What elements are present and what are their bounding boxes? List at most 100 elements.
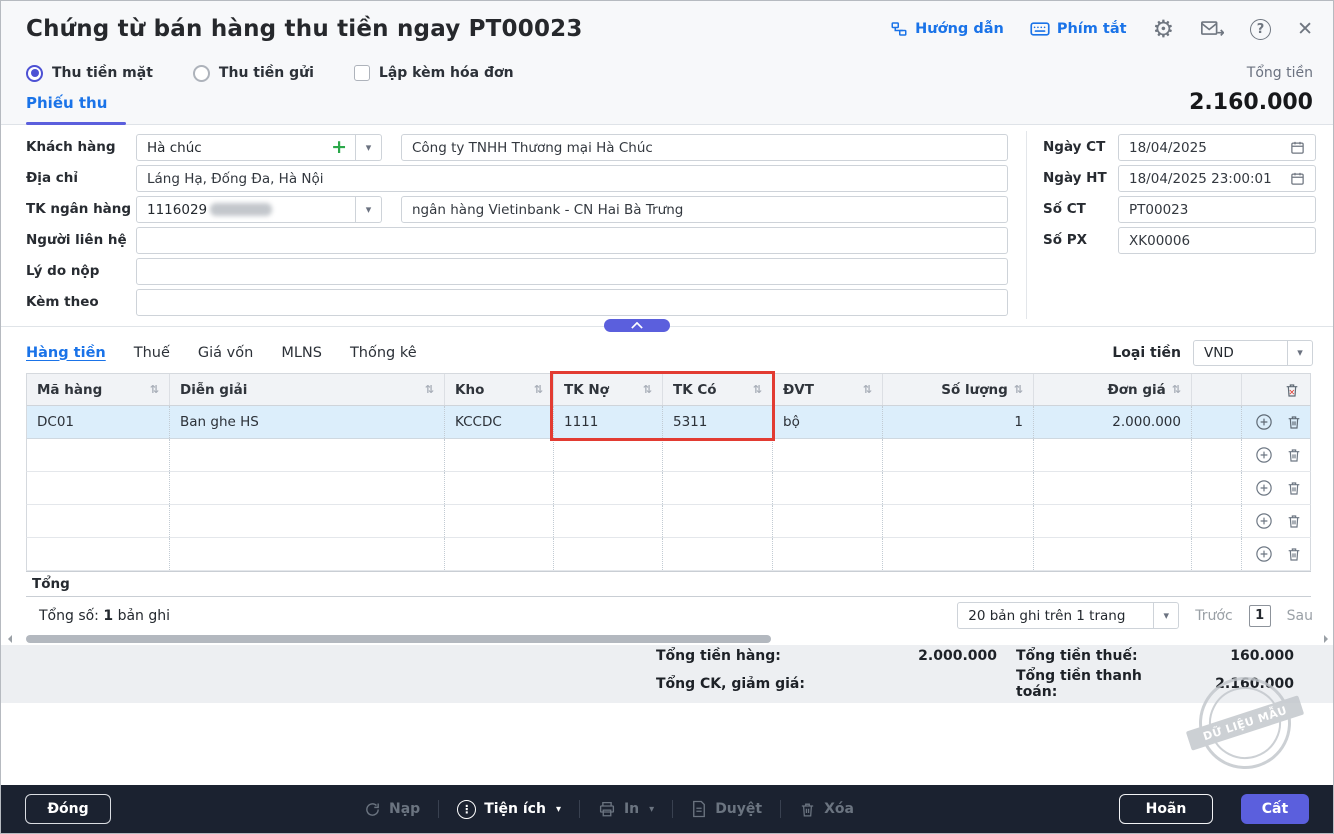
- cell-ma-hang[interactable]: DC01: [27, 406, 170, 438]
- table-row-empty[interactable]: [26, 439, 1311, 472]
- customer-input[interactable]: Hà chúc +: [136, 134, 356, 161]
- tab-hang-tien[interactable]: Hàng tiền: [26, 345, 106, 361]
- col-header-ma-hang[interactable]: Mã hàng ⇅: [27, 374, 170, 405]
- guide-link[interactable]: Hướng dẫn: [890, 20, 1004, 38]
- address-input[interactable]: Láng Hạ, Đống Đa, Hà Nội: [136, 165, 1008, 192]
- utilities-button[interactable]: ⋮ Tiện ích ▾: [457, 799, 561, 819]
- add-row-icon[interactable]: [1255, 413, 1273, 431]
- add-row-icon[interactable]: [1255, 512, 1273, 530]
- cell-tk-co[interactable]: 5311: [663, 406, 773, 438]
- tab-phieu-thu[interactable]: Phiếu thu: [26, 94, 107, 112]
- col-header-dvt[interactable]: ĐVT ⇅: [773, 374, 883, 405]
- customer-dropdown-icon[interactable]: ▾: [356, 134, 382, 161]
- bank-account-dropdown-icon[interactable]: ▾: [356, 196, 382, 223]
- tab-mlns[interactable]: MLNS: [281, 345, 322, 361]
- tab-thue[interactable]: Thuế: [134, 345, 170, 361]
- cell-dien-giai[interactable]: Ban ghe HS: [170, 406, 445, 438]
- col-header-kho[interactable]: Kho ⇅: [445, 374, 554, 405]
- checkbox-with-invoice-control[interactable]: [353, 65, 370, 81]
- delete-row-icon[interactable]: [1286, 513, 1302, 529]
- grand-total-value: 2.160.000: [1215, 675, 1294, 692]
- table-row[interactable]: DC01 Ban ghe HS KCCDC 1111 5311 bộ 1 2.0…: [26, 406, 1311, 439]
- collapse-form-button[interactable]: [604, 319, 670, 332]
- doc-number-input[interactable]: PT00023: [1118, 196, 1316, 223]
- calendar-icon[interactable]: [1290, 171, 1305, 186]
- contact-input[interactable]: [136, 227, 1008, 254]
- delete-row-icon[interactable]: [1286, 480, 1302, 496]
- radio-cash-control[interactable]: [26, 64, 43, 82]
- sort-icon[interactable]: ⇅: [419, 383, 434, 396]
- radio-bank-transfer[interactable]: Thu tiền gửi: [192, 64, 314, 82]
- current-page-box[interactable]: 1: [1248, 604, 1271, 627]
- sort-icon[interactable]: ⇅: [1008, 383, 1023, 396]
- cell-so-luong[interactable]: 1: [883, 406, 1034, 438]
- chevron-up-icon: [631, 322, 643, 329]
- currency-select[interactable]: VND ▾: [1193, 339, 1313, 366]
- col-header-dien-giai[interactable]: Diễn giải ⇅: [170, 374, 445, 405]
- add-row-icon[interactable]: [1255, 446, 1273, 464]
- px-number-input[interactable]: XK00006: [1118, 227, 1316, 254]
- page-size-select[interactable]: 20 bản ghi trên 1 trang ▾: [957, 602, 1180, 629]
- sort-icon[interactable]: ⇅: [1166, 383, 1181, 396]
- send-feedback-icon[interactable]: [1200, 18, 1225, 40]
- table-row-empty[interactable]: [26, 538, 1311, 571]
- tab-thong-ke[interactable]: Thống kê: [350, 345, 417, 361]
- scroll-left-arrow[interactable]: [8, 635, 12, 643]
- sort-icon[interactable]: ⇅: [144, 383, 159, 396]
- delete-row-icon[interactable]: [1286, 447, 1302, 463]
- prev-page-button[interactable]: Trước: [1195, 608, 1232, 624]
- sort-icon[interactable]: ⇅: [857, 383, 872, 396]
- cell-don-gia[interactable]: 2.000.000: [1034, 406, 1192, 438]
- calendar-icon[interactable]: [1290, 140, 1305, 155]
- close-icon[interactable]: ✕: [1297, 18, 1313, 40]
- posting-date-input[interactable]: 18/04/2025 23:00:01: [1118, 165, 1316, 192]
- radio-bank-control[interactable]: [192, 64, 210, 82]
- sort-icon[interactable]: ⇅: [747, 383, 762, 396]
- col-header-tk-co[interactable]: TK Có ⇅: [663, 374, 773, 405]
- postpone-button[interactable]: Hoãn: [1119, 794, 1213, 824]
- bank-name-input[interactable]: ngân hàng Vietinbank - CN Hai Bà Trưng: [401, 196, 1008, 223]
- next-page-button[interactable]: Sau: [1287, 608, 1313, 624]
- cell-tk-no[interactable]: 1111: [554, 406, 663, 438]
- tab-gia-von[interactable]: Giá vốn: [198, 345, 253, 361]
- horizontal-scrollbar[interactable]: [1, 634, 1333, 644]
- delete-row-icon[interactable]: [1286, 414, 1302, 430]
- table-row-empty[interactable]: [26, 472, 1311, 505]
- customer-name-input[interactable]: Công ty TNHH Thương mại Hà Chúc: [401, 134, 1008, 161]
- cell-dvt[interactable]: bộ: [773, 406, 883, 438]
- add-row-icon[interactable]: [1255, 479, 1273, 497]
- close-button[interactable]: Đóng: [25, 794, 111, 824]
- approve-button[interactable]: Duyệt: [691, 800, 762, 818]
- discount-total-label: Tổng CK, giảm giá:: [656, 675, 805, 692]
- posting-date-label: Ngày HT: [1043, 170, 1107, 186]
- scroll-right-arrow[interactable]: [1324, 635, 1328, 643]
- bank-account-input[interactable]: 1116029: [136, 196, 356, 223]
- sort-icon[interactable]: ⇅: [637, 383, 652, 396]
- add-customer-icon[interactable]: +: [331, 138, 347, 157]
- table-row-empty[interactable]: [26, 505, 1311, 538]
- sort-icon[interactable]: ⇅: [528, 383, 543, 396]
- col-header-tk-no[interactable]: TK Nợ ⇅: [554, 374, 663, 405]
- checkbox-with-invoice[interactable]: Lập kèm hóa đơn: [353, 65, 514, 81]
- shortcut-link[interactable]: Phím tắt: [1030, 21, 1127, 37]
- col-header-so-luong[interactable]: Số lượng ⇅: [883, 374, 1034, 405]
- guide-icon: [890, 20, 908, 38]
- cell-kho[interactable]: KCCDC: [445, 406, 554, 438]
- print-button[interactable]: In ▾: [598, 800, 654, 818]
- delete-all-rows-icon[interactable]: ✕: [1284, 382, 1300, 398]
- settings-icon[interactable]: ⚙: [1153, 17, 1175, 41]
- col-header-don-gia[interactable]: Đơn giá ⇅: [1034, 374, 1192, 405]
- doc-date-input[interactable]: 18/04/2025: [1118, 134, 1316, 161]
- save-button[interactable]: Cất: [1241, 794, 1309, 824]
- reason-input[interactable]: [136, 258, 1008, 285]
- delete-button[interactable]: Xóa: [799, 801, 854, 818]
- add-row-icon[interactable]: [1255, 545, 1273, 563]
- attach-input[interactable]: [136, 289, 1008, 316]
- document-icon: [691, 800, 707, 818]
- help-icon[interactable]: ?: [1250, 18, 1272, 40]
- scrollbar-thumb[interactable]: [26, 635, 771, 643]
- delete-row-icon[interactable]: [1286, 546, 1302, 562]
- reload-button[interactable]: Nạp: [364, 801, 420, 818]
- radio-cash[interactable]: Thu tiền mặt: [26, 64, 153, 82]
- col-header-spacer: [1192, 374, 1242, 405]
